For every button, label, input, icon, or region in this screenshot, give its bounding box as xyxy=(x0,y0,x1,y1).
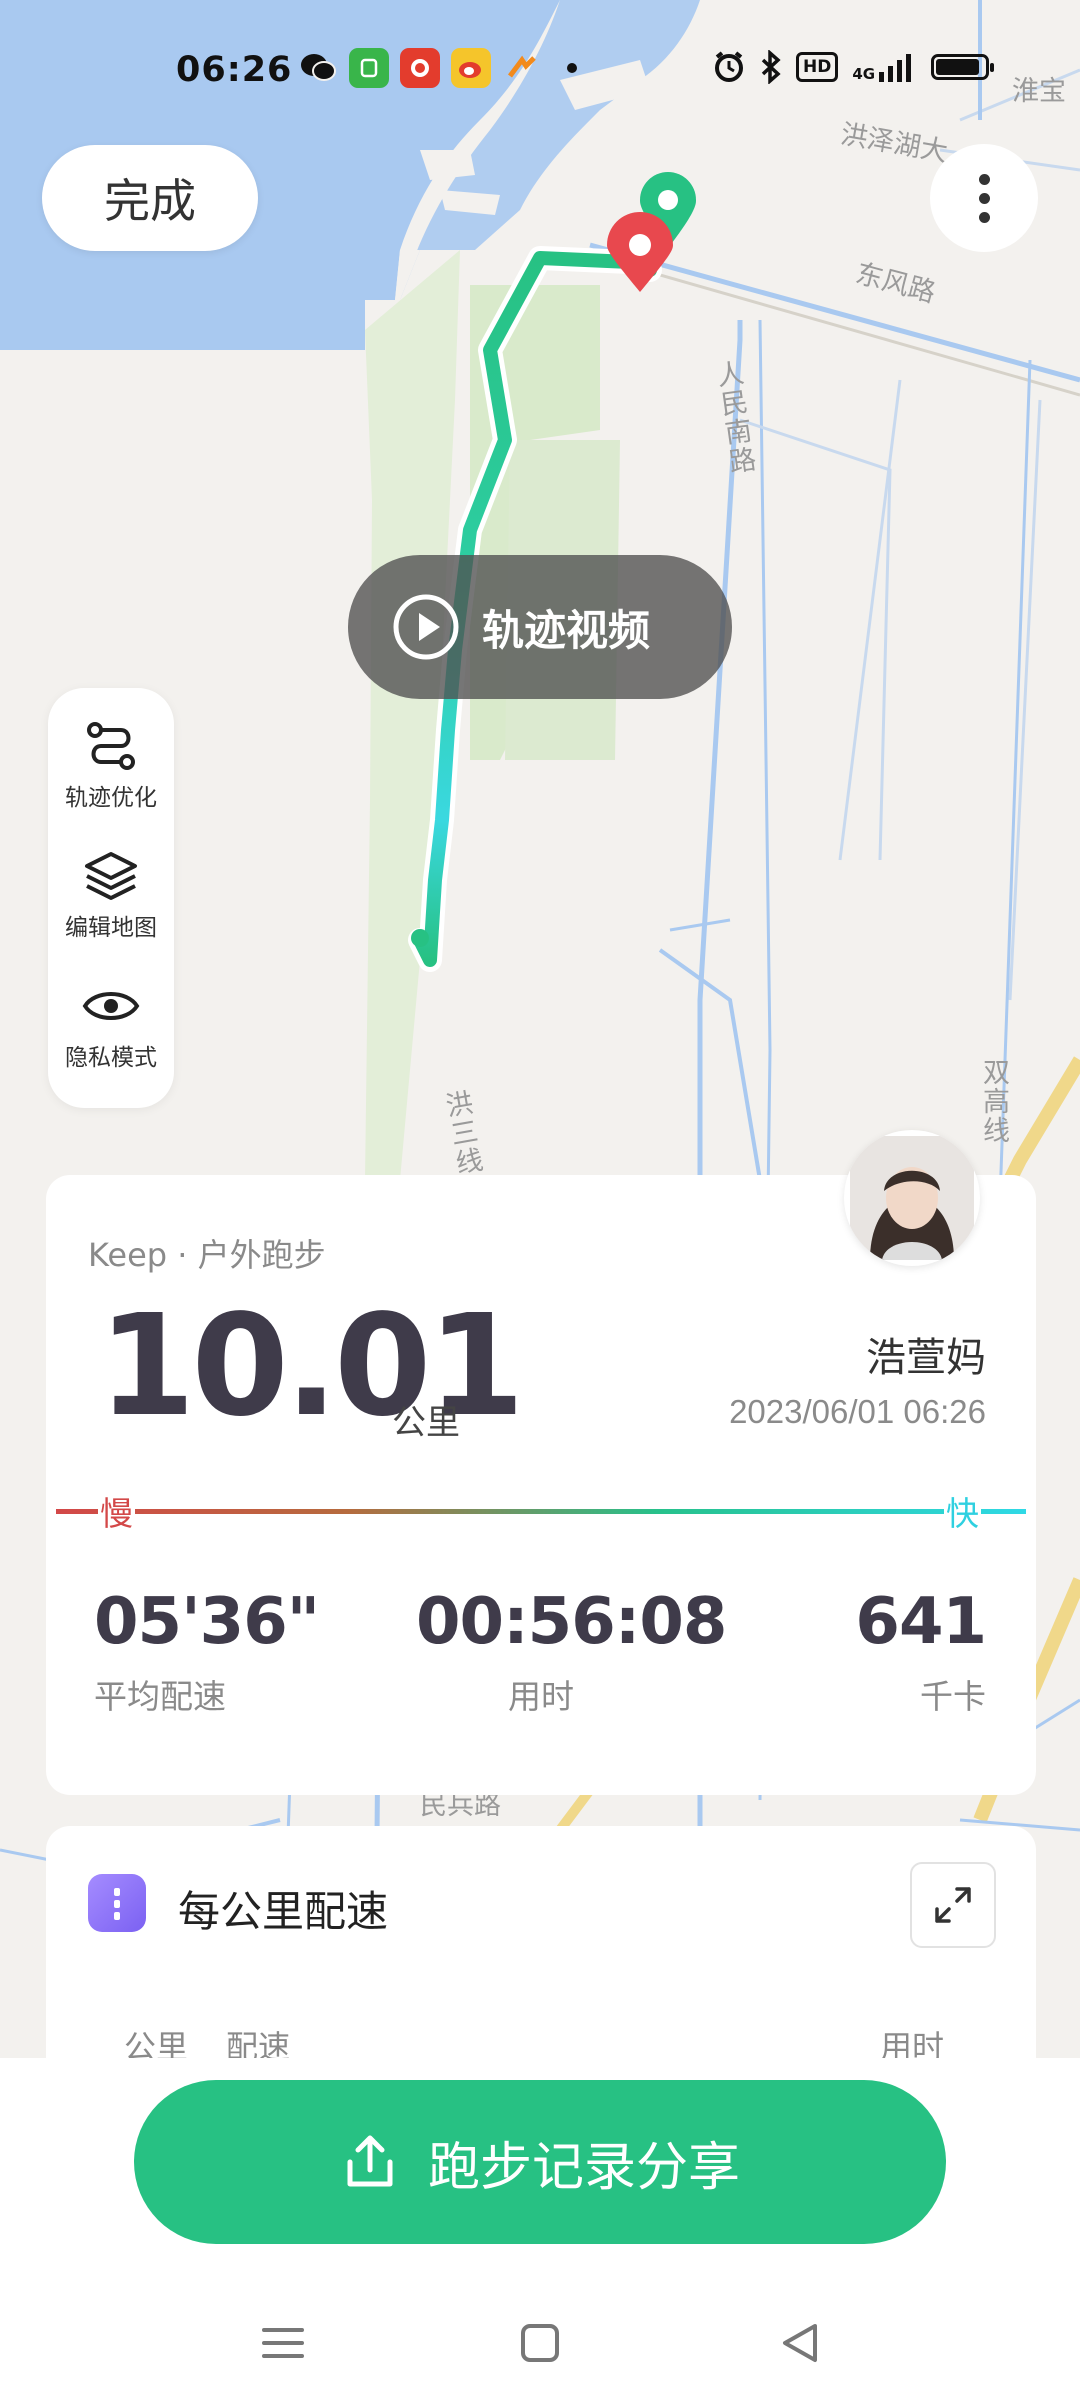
user-name: 浩萱妈 xyxy=(866,1335,986,1381)
tool-label: 轨迹优化 xyxy=(65,785,157,811)
tool-edit-map[interactable]: 编辑地图 xyxy=(48,848,174,942)
fast-label: 快 xyxy=(944,1487,981,1535)
tool-label: 编辑地图 xyxy=(65,915,157,941)
stat-value: 00:56:08 xyxy=(416,1585,727,1659)
more-icon-dot xyxy=(978,192,990,204)
slow-label: 慢 xyxy=(98,1487,135,1535)
more-icon-dot xyxy=(978,211,990,223)
pace-list-icon xyxy=(88,1874,146,1932)
done-button[interactable]: 完成 xyxy=(42,145,258,251)
expand-button[interactable] xyxy=(910,1862,996,1948)
tool-privacy-mode[interactable]: 隐私模式 xyxy=(48,978,174,1072)
status-app-icons xyxy=(298,48,577,88)
app-green-icon xyxy=(349,48,389,88)
status-right-icons: HD 4G xyxy=(712,50,995,84)
pace-gradient-bar xyxy=(56,1509,1026,1514)
weibo-icon xyxy=(451,48,491,88)
app-red-icon xyxy=(400,48,440,88)
play-icon xyxy=(393,594,459,660)
route-icon xyxy=(87,722,135,770)
wechat-icon xyxy=(298,48,338,88)
hd-badge: HD xyxy=(796,52,839,82)
run-summary-card: Keep · 户外跑步 10.01 公里 浩萱妈 2023/06/01 06:2… xyxy=(46,1175,1036,1795)
activity-source: Keep · 户外跑步 xyxy=(88,1236,326,1274)
tool-label: 隐私模式 xyxy=(65,1045,157,1071)
distance-unit: 公里 xyxy=(392,1403,460,1443)
alarm-icon xyxy=(715,51,743,82)
more-options-button[interactable] xyxy=(930,144,1038,252)
km-pace-card: 每公里配速 公里 配速 用时 xyxy=(46,1826,1036,2086)
stat-label: 平均配速 xyxy=(94,1677,226,1716)
app-orange-icon xyxy=(502,48,542,88)
back-icon[interactable] xyxy=(775,2318,825,2368)
signal-icon: 4G xyxy=(852,52,917,82)
tool-route-optimize[interactable]: 轨迹优化 xyxy=(48,718,174,812)
share-label: 跑步记录分享 xyxy=(427,2137,740,2198)
network-type-label: 4G xyxy=(852,65,876,83)
share-run-button[interactable]: 跑步记录分享 xyxy=(134,2080,946,2244)
stat-value: 05'36" xyxy=(94,1585,320,1659)
home-icon[interactable] xyxy=(515,2318,565,2368)
run-datetime: 2023/06/01 06:26 xyxy=(729,1393,986,1430)
end-pin-icon xyxy=(607,212,673,292)
map-label-minbing: 民兵路 xyxy=(420,1790,501,1821)
avatar-image xyxy=(850,1136,974,1260)
expand-icon xyxy=(935,1887,971,1923)
menu-icon[interactable] xyxy=(258,2318,308,2368)
stat-calories: 641 千卡 xyxy=(855,1585,987,1718)
stat-label: 千卡 xyxy=(920,1677,986,1716)
notification-dot-icon xyxy=(567,63,577,73)
eye-icon xyxy=(82,992,140,1020)
stat-label: 用时 xyxy=(508,1677,574,1716)
battery-icon xyxy=(931,54,995,80)
map-tools-panel: 轨迹优化 编辑地图 隐私模式 xyxy=(48,688,174,1108)
share-icon xyxy=(347,2135,393,2187)
avatar[interactable] xyxy=(844,1130,980,1266)
layers-icon xyxy=(85,852,137,900)
status-time: 06:26 xyxy=(176,50,293,90)
status-bar: 06:26 HD 4G xyxy=(0,0,1080,140)
more-icon xyxy=(978,173,990,185)
stat-average-pace: 05'36" 平均配速 xyxy=(94,1585,320,1718)
km-pace-title: 每公里配速 xyxy=(178,1887,389,1936)
stat-value: 641 xyxy=(855,1585,987,1659)
route-start-dot xyxy=(411,929,429,947)
stat-duration: 00:56:08 用时 xyxy=(416,1585,727,1718)
map-label-shuanggao: 双高线 xyxy=(978,1058,1009,1145)
track-video-label: 轨迹视频 xyxy=(482,605,651,655)
system-nav-bar xyxy=(0,2290,1080,2400)
track-video-button[interactable]: 轨迹视频 xyxy=(348,555,732,699)
bluetooth-icon xyxy=(761,50,781,84)
